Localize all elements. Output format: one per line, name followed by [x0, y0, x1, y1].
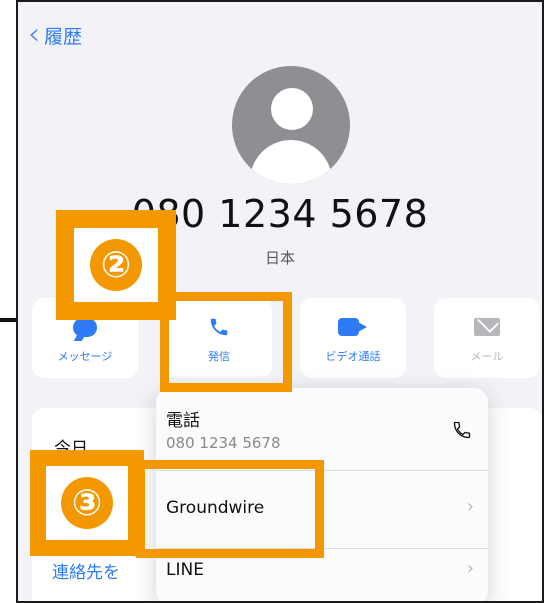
message-label: メッセージ [57, 350, 113, 363]
step-3-number: ③ [61, 477, 113, 529]
phone-icon [453, 421, 471, 439]
avatar-body [250, 140, 332, 184]
video-call-label: ビデオ通話 [325, 350, 381, 363]
video-call-button[interactable]: ビデオ通話 [300, 298, 406, 378]
menu-item-phone-number: 080 1234 5678 [166, 434, 281, 452]
menu-item-phone[interactable]: 電話 080 1234 5678 [156, 388, 488, 470]
back-button[interactable]: ‹ 履歴 [28, 20, 82, 50]
mail-label: メール [470, 350, 504, 363]
step-2-number: ② [90, 239, 142, 291]
chevron-right-icon: › [466, 496, 474, 517]
chevron-right-icon: › [466, 558, 474, 579]
chevron-left-icon: ‹ [28, 17, 40, 52]
menu-item-line-title: LINE [166, 560, 204, 580]
highlight-groundwire [136, 460, 324, 558]
mail-button[interactable]: メール [434, 298, 540, 378]
add-contact-link[interactable]: 連絡先を [52, 558, 120, 583]
step-2-badge: ② [56, 210, 176, 320]
mail-icon [434, 314, 540, 340]
avatar-head [271, 88, 313, 130]
menu-item-phone-title: 電話 [166, 411, 200, 431]
highlight-call-button [160, 292, 292, 392]
video-icon [300, 314, 406, 340]
back-label: 履歴 [44, 25, 83, 48]
avatar [232, 66, 350, 184]
step-3-badge: ③ [30, 450, 144, 556]
